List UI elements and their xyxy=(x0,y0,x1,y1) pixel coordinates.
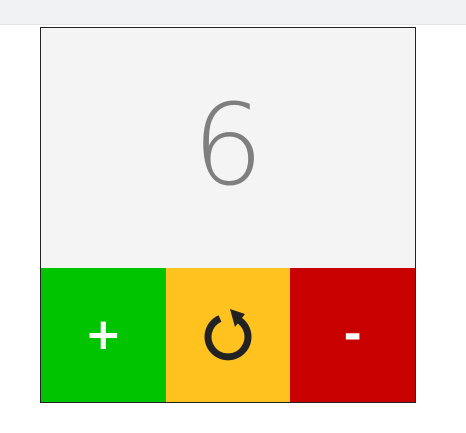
decrement-label: - xyxy=(343,309,362,360)
count-value: 6 xyxy=(192,81,264,211)
decrement-button[interactable]: - xyxy=(290,268,416,402)
counter-widget: 6 + - xyxy=(40,27,416,403)
increment-label: + xyxy=(84,309,122,360)
reset-icon xyxy=(198,305,258,365)
reset-button[interactable] xyxy=(165,268,291,402)
browser-top-bar xyxy=(0,0,466,25)
counter-controls: + - xyxy=(41,268,416,402)
count-display: 6 xyxy=(41,28,415,268)
increment-button[interactable]: + xyxy=(41,268,166,402)
